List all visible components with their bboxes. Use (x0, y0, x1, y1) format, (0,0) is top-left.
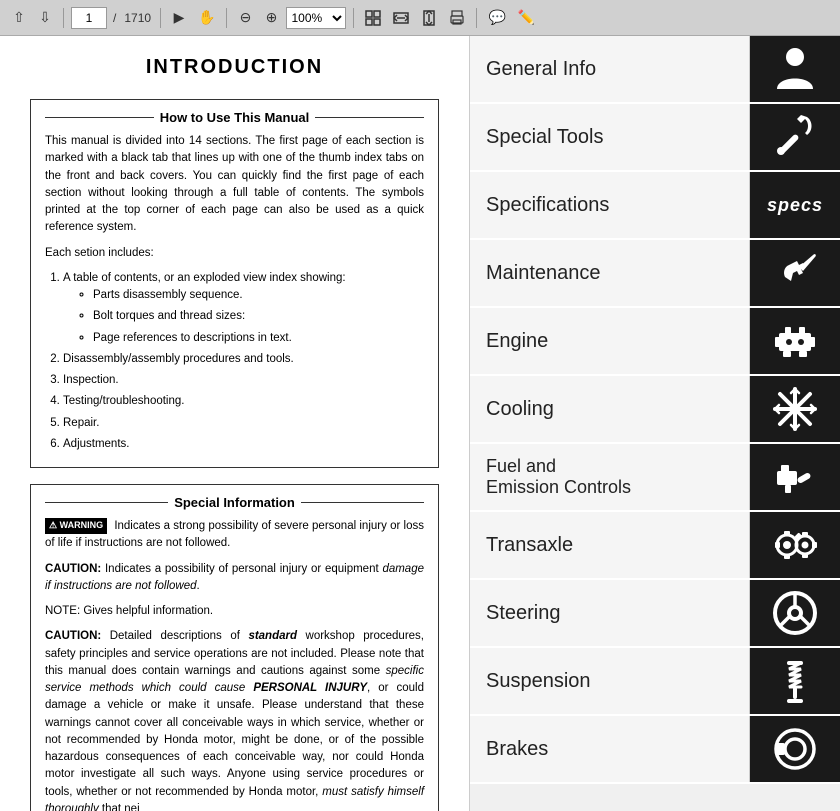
section1-para2: Each setion includes: (45, 245, 424, 262)
sublist: Parts disassembly sequence. Bolt torques… (93, 287, 424, 347)
list-item-5: Repair. (63, 415, 424, 432)
sublist-item-3: Page references to descriptions in text. (93, 330, 424, 347)
brakes-icon (769, 723, 821, 775)
nav-label-fuel-emission: Fuel andEmission Controls (470, 444, 750, 510)
engine-icon (769, 315, 821, 367)
nav-icon-engine (750, 308, 840, 374)
pen-button[interactable]: ✏️ (514, 5, 539, 31)
divider-2 (160, 8, 161, 28)
suspension-icon (769, 655, 821, 707)
nav-item-special-tools[interactable]: Special Tools (470, 104, 840, 172)
fit-height-button[interactable] (417, 5, 441, 31)
pan-tool-button[interactable]: ✋ (194, 5, 219, 31)
nav-item-engine[interactable]: Engine (470, 308, 840, 376)
scroll-down-button[interactable]: ⇩ (34, 5, 56, 31)
nav-label-cooling: Cooling (470, 376, 750, 442)
list-item-2: Disassembly/assembly procedures and tool… (63, 351, 424, 368)
list-item-6: Adjustments. (63, 436, 424, 453)
page-separator: / (113, 11, 116, 25)
nav-icon-general-info (750, 36, 840, 102)
zoom-in-button[interactable]: ⊕ (260, 5, 282, 31)
content-area: INTRODUCTION How to Use This Manual This… (0, 36, 840, 811)
divider-1 (63, 8, 64, 28)
page-number-input[interactable] (71, 7, 107, 29)
nav-icon-fuel-emission (750, 444, 840, 510)
nav-icon-suspension (750, 648, 840, 714)
wrench-icon (769, 111, 821, 163)
person-icon (769, 43, 821, 95)
nav-item-general-info[interactable]: General Info (470, 36, 840, 104)
how-to-use-section: How to Use This Manual This manual is di… (30, 99, 439, 468)
zoom-out-button[interactable]: ⊖ (234, 5, 256, 31)
nav-icon-brakes (750, 716, 840, 782)
nav-icon-cooling (750, 376, 840, 442)
note-text: NOTE: Gives helpful information. (45, 603, 424, 620)
nav-label-brakes: Brakes (470, 716, 750, 782)
section1-para1: This manual is divided into 14 sections.… (45, 133, 424, 237)
nav-label-maintenance: Maintenance (470, 240, 750, 306)
print-button[interactable] (445, 5, 469, 31)
warning-paragraph: ⚠ WARNING Indicates a strong possibility… (45, 518, 424, 553)
zoom-select[interactable]: 100% 50% 75% 125% 150% 200% (286, 7, 346, 29)
toolbar: ⇧ ⇩ / 1710 ▶ ✋ ⊖ ⊕ 100% 50% 75% 125% 150… (0, 0, 840, 36)
sublist-item-2: Bolt torques and thread sizes: (93, 308, 424, 325)
nav-label-special-tools: Special Tools (470, 104, 750, 170)
nav-icon-special-tools (750, 104, 840, 170)
warning-label: ⚠ WARNING (45, 518, 107, 534)
nav-label-transaxle: Transaxle (470, 512, 750, 578)
nav-label-engine: Engine (470, 308, 750, 374)
snowflake-icon (769, 383, 821, 435)
nav-item-specifications[interactable]: Specifications specs (470, 172, 840, 240)
fuel-icon (769, 451, 821, 503)
fit-page-button[interactable] (361, 5, 385, 31)
scroll-up-button[interactable]: ⇧ (8, 5, 30, 31)
nav-item-suspension[interactable]: Suspension (470, 648, 840, 716)
comment-button[interactable]: 💬 (484, 5, 509, 31)
section2-heading: Special Information (45, 495, 424, 510)
section1-list: A table of contents, or an exploded view… (63, 270, 424, 453)
list-item-4: Testing/troubleshooting. (63, 393, 424, 410)
nav-label-steering: Steering (470, 580, 750, 646)
caution2-text: CAUTION: Detailed descriptions of standa… (45, 628, 424, 811)
nav-icon-maintenance (750, 240, 840, 306)
right-panel: General Info Special Tools Specificat (470, 36, 840, 811)
nav-item-brakes[interactable]: Brakes (470, 716, 840, 784)
nav-label-suspension: Suspension (470, 648, 750, 714)
nav-item-maintenance[interactable]: Maintenance (470, 240, 840, 308)
intro-title: INTRODUCTION (30, 56, 439, 79)
nav-label-specifications: Specifications (470, 172, 750, 238)
specs-text-icon: specs (767, 195, 823, 216)
nav-icon-steering (750, 580, 840, 646)
divider-5 (476, 8, 477, 28)
fit-width-button[interactable] (389, 5, 413, 31)
divider-4 (353, 8, 354, 28)
nav-item-fuel-emission[interactable]: Fuel andEmission Controls (470, 444, 840, 512)
section1-heading: How to Use This Manual (45, 110, 424, 125)
left-panel: INTRODUCTION How to Use This Manual This… (0, 36, 470, 811)
divider-3 (226, 8, 227, 28)
sublist-item-1: Parts disassembly sequence. (93, 287, 424, 304)
nav-icon-transaxle (750, 512, 840, 578)
nav-item-steering[interactable]: Steering (470, 580, 840, 648)
nav-item-transaxle[interactable]: Transaxle (470, 512, 840, 580)
special-info-section: Special Information ⚠ WARNING Indicates … (30, 484, 439, 811)
nav-item-cooling[interactable]: Cooling (470, 376, 840, 444)
caution1-text: CAUTION: Indicates a possibility of pers… (45, 561, 424, 596)
gears-icon (769, 519, 821, 571)
list-item-1: A table of contents, or an exploded view… (63, 270, 424, 347)
nav-label-general-info: General Info (470, 36, 750, 102)
steering-icon (769, 587, 821, 639)
page-total: 1710 (124, 11, 151, 25)
list-item-3: Inspection. (63, 372, 424, 389)
fist-wrench-icon (769, 247, 821, 299)
select-tool-button[interactable]: ▶ (168, 5, 190, 31)
nav-icon-specifications: specs (750, 172, 840, 238)
